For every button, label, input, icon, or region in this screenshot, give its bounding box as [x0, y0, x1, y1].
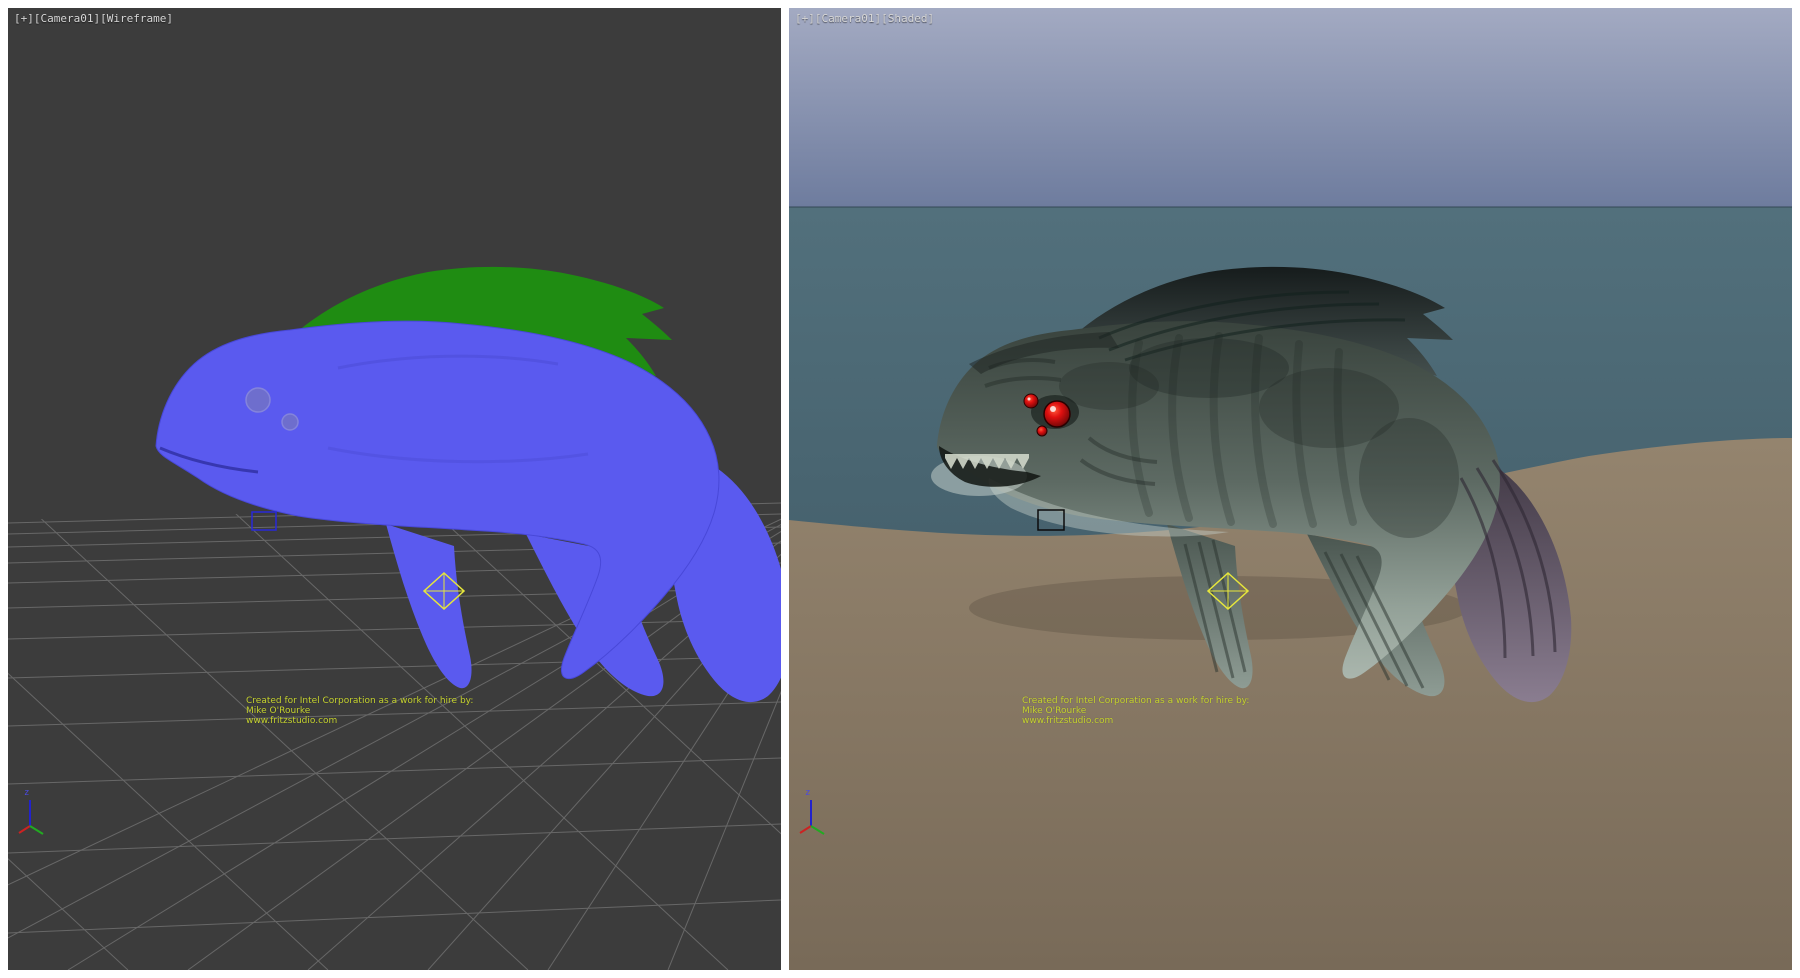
- credit-text: Created for Intel Corporation as a work …: [246, 696, 473, 726]
- viewport-label-wireframe[interactable]: [+][Camera01][Wireframe]: [14, 12, 173, 25]
- credit-text: Created for Intel Corporation as a work …: [1022, 696, 1249, 726]
- axis-z-label: z: [805, 788, 810, 798]
- axis-tripod-icon: [795, 788, 839, 840]
- credit-line-2: Mike O'Rourke: [246, 706, 473, 716]
- credit-line-1: Created for Intel Corporation as a work …: [246, 696, 473, 706]
- axis-z-label: z: [24, 788, 29, 798]
- credit-line-3: www.fritzstudio.com: [1022, 716, 1249, 726]
- fish-ventral-fin-front[interactable]: [386, 524, 472, 688]
- viewport-wireframe[interactable]: [+][Camera01][Wireframe] Created for Int…: [8, 8, 781, 970]
- world-axis-tripod: z: [795, 788, 839, 840]
- credit-line-3: www.fritzstudio.com: [246, 716, 473, 726]
- axis-tripod-icon: [14, 788, 58, 840]
- viewport-shaded[interactable]: [+][Camera01][Shaded] Created for Intel …: [789, 8, 1792, 970]
- credit-line-2: Mike O'Rourke: [1022, 706, 1249, 716]
- credit-line-1: Created for Intel Corporation as a work …: [1022, 696, 1249, 706]
- shaded-scene: [789, 8, 1792, 970]
- dual-viewport-stage: [+][Camera01][Wireframe] Created for Int…: [0, 0, 1800, 978]
- viewport-label-shaded[interactable]: [+][Camera01][Shaded]: [795, 12, 934, 25]
- wireframe-scene: [8, 8, 781, 970]
- world-axis-tripod: z: [14, 788, 58, 840]
- sky: [789, 8, 1792, 207]
